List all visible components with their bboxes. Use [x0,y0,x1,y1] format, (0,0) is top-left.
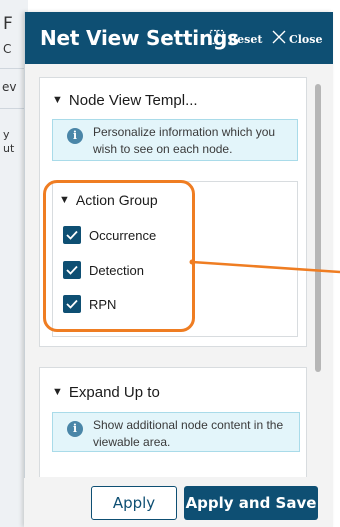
panel-footer: Apply Apply and Save [24,478,332,527]
apply-button[interactable]: Apply [91,486,177,520]
annotation-callout-line [189,259,340,274]
apply-and-save-button[interactable]: Apply and Save [184,486,318,520]
